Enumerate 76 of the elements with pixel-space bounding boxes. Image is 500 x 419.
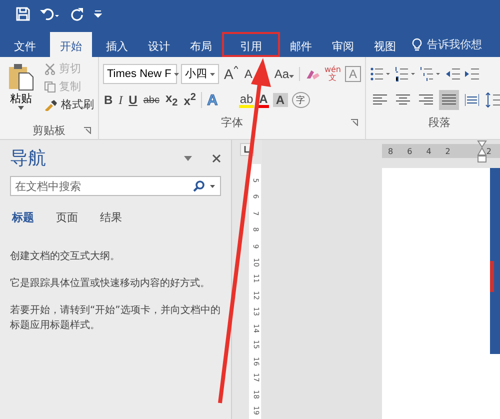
ribbon-tab[interactable]: 引用 (222, 32, 280, 57)
pane-tab[interactable]: 结果 (100, 210, 122, 225)
copy-icon (44, 80, 56, 92)
caret-icon[interactable] (174, 72, 180, 76)
ribbon-tab[interactable]: 文件 (4, 32, 46, 57)
save-icon[interactable] (16, 7, 30, 21)
ruler-number: 6 (407, 146, 412, 156)
pane-tab[interactable]: 页面 (56, 210, 78, 225)
ribbon-tab[interactable]: 邮件 (280, 32, 322, 57)
ruler-number: 2 (486, 146, 492, 156)
italic-button[interactable]: I (118, 92, 124, 108)
close-icon[interactable] (212, 154, 221, 162)
bold-button[interactable]: B (103, 93, 114, 107)
multilevel-list-icon[interactable] (420, 66, 442, 82)
ruler-number: 4 (426, 146, 432, 156)
change-case-button[interactable]: Aa (273, 67, 300, 81)
highlight-button[interactable]: ab (238, 92, 254, 108)
group-label: 剪贴板 (32, 122, 66, 138)
grow-font-button[interactable]: A (223, 66, 240, 82)
search-icon[interactable] (193, 180, 205, 192)
right-align-icon (419, 94, 433, 106)
ribbon-tab[interactable]: 设计 (138, 32, 180, 57)
dialog-launcher-icon[interactable] (351, 119, 358, 126)
help-text: 若要开始，请转到“开始”选项卡，并向文档中的标题应用标题样式。 (10, 304, 221, 333)
search-field[interactable]: 在文档中搜索 (10, 176, 221, 196)
font-size-dropdown[interactable]: 小四 (181, 64, 219, 84)
align-button[interactable] (439, 90, 459, 110)
character-shading-button[interactable]: A (272, 93, 288, 107)
redo-icon[interactable] (70, 7, 84, 21)
lightbulb-icon (412, 38, 422, 51)
scissors-icon (44, 62, 56, 74)
clipboard-icon (7, 63, 35, 91)
group-label: 段落 (428, 114, 450, 130)
help-text: 创建文档的交互式大纲。 (10, 250, 121, 264)
clipboard-tool[interactable]: 格式刷 (44, 97, 94, 112)
paste-button[interactable]: 粘贴 (4, 61, 38, 121)
paintbrush-icon (44, 98, 58, 110)
strikethrough-button[interactable]: abc (142, 94, 160, 106)
caret-icon[interactable] (18, 106, 24, 110)
increase-indent-icon[interactable] (464, 66, 480, 82)
ribbon-tab[interactable]: 开始 (50, 32, 92, 57)
ruler-number: 8 (388, 146, 394, 156)
decrease-indent-icon[interactable] (445, 66, 461, 82)
caret-up-icon (234, 66, 238, 69)
subscript-button[interactable]: x$_{2}$ (164, 91, 179, 109)
tell-me-field[interactable]: 告诉我你想 (412, 32, 482, 57)
bullets-icon[interactable] (370, 66, 392, 82)
superscript-button[interactable]: x$^{2}$ (182, 92, 202, 108)
caret-icon[interactable] (210, 185, 215, 188)
pane-tab[interactable]: 标题 (12, 210, 34, 225)
underline-button[interactable]: U (128, 93, 138, 107)
left-align-icon (373, 94, 387, 106)
dialog-launcher-icon[interactable] (84, 127, 91, 134)
ribbon-tab[interactable]: 审阅 (322, 32, 364, 57)
numbering-icon[interactable] (395, 66, 417, 82)
indent-marker-icon[interactable] (477, 140, 487, 164)
ribbon-tab[interactable]: 视图 (364, 32, 406, 57)
justify-align-icon (442, 94, 456, 106)
caret-icon[interactable] (210, 72, 215, 76)
shrink-font-button[interactable]: A (243, 67, 254, 81)
pane-title: 导航 (10, 147, 47, 170)
ribbon-tab[interactable]: 布局 (180, 32, 222, 57)
dropdown-icon[interactable] (184, 156, 192, 160)
font-color-button[interactable]: A (258, 92, 269, 108)
phonetic-guide-button[interactable]: wén 文 (324, 66, 341, 82)
caret-icon (289, 75, 294, 78)
center-align-icon (396, 94, 410, 106)
help-text: 它是跟踪具体位置或快速移动内容的好方式。 (10, 276, 211, 291)
customize-icon[interactable] (94, 10, 102, 18)
enclose-characters-button[interactable]: 字 (292, 92, 310, 108)
ruler-number: 2 (445, 146, 450, 156)
ribbon-tab[interactable]: 插入 (96, 32, 138, 57)
distributed-align-icon (465, 94, 479, 106)
undo-icon[interactable] (40, 7, 60, 21)
group-label: 字体 (221, 114, 243, 130)
font-name-dropdown[interactable]: Times New F (103, 64, 177, 84)
